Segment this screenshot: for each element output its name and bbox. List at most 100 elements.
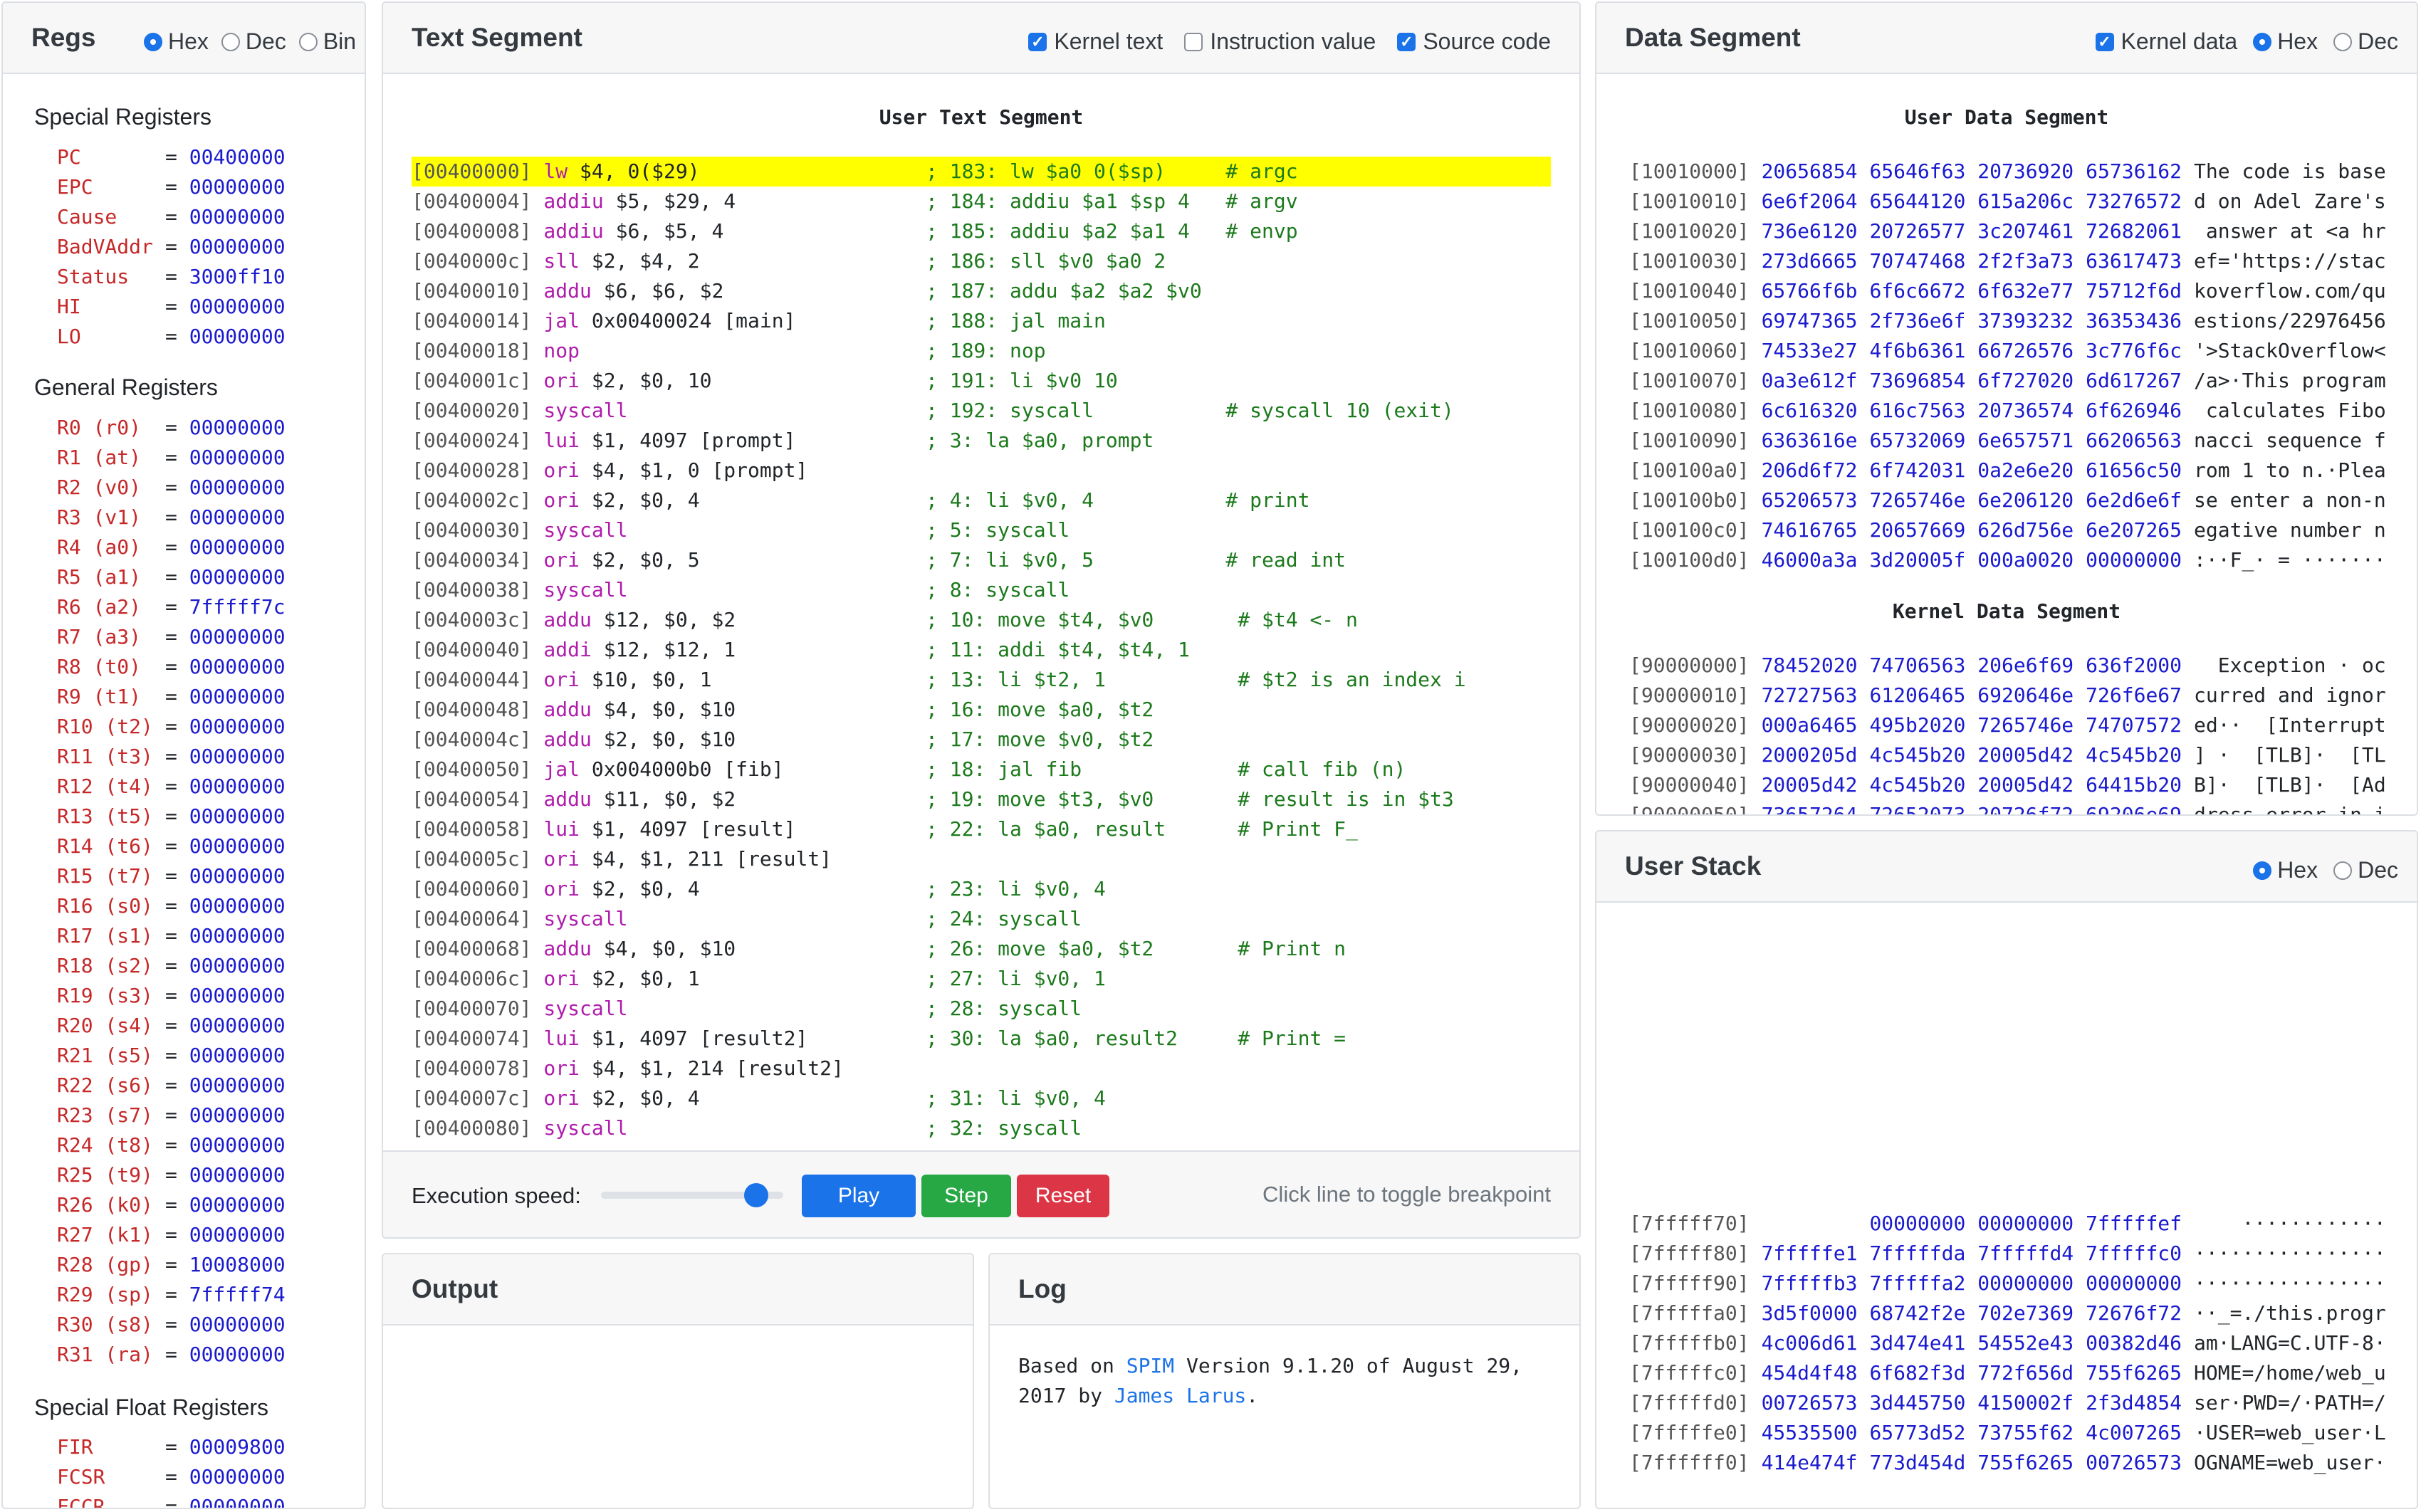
instruction-row[interactable]: [00400060] ori $2, $0, 4 ; 23: li $v0, 4 [412,874,1551,904]
instruction-row[interactable]: [00400044] ori $10, $0, 1 ; 13: li $t2, 1… [412,665,1551,695]
register-value: 00000000 [189,1014,286,1037]
register-name: R13 (t5) [57,804,153,828]
memory-word: 72652073 [1869,803,1966,816]
kernel-text-checkbox[interactable]: ✓ Kernel text [1028,28,1163,55]
instruction-opcode: ori [531,369,580,392]
instruction-row[interactable]: [00400040] addi $12, $12, 1 ; 11: addi $t… [412,635,1551,665]
instruction-row[interactable]: [0040000c] sll $2, $4, 2 ; 186: sll $v0 $… [412,246,1551,276]
play-button[interactable]: Play [802,1175,916,1217]
instruction-row[interactable]: [00400078] ori $4, $1, 214 [result2] [412,1054,1551,1083]
regs-radio-bin[interactable]: Bin [298,28,356,55]
register-name: R27 (k1) [57,1223,153,1246]
instruction-row[interactable]: [00400014] jal 0x00400024 [main] ; 188: j… [412,306,1551,336]
instruction-row[interactable]: [00400038] syscall ; 8: syscall [412,575,1551,605]
register-name: R17 (s1) [57,924,153,947]
register-row: FCCR = 00000000 [57,1492,286,1508]
register-name: R26 (k0) [57,1193,153,1217]
memory-word: 00726573 [1761,1391,1858,1414]
memory-address: [7fffffd0] [1629,1391,1750,1414]
memory-ascii: ·USER=web_user·L [2194,1421,2386,1444]
memory-word: 61206465 [1869,683,1966,707]
register-name: R5 (a1) [57,565,142,589]
register-value: 00000000 [189,295,286,318]
data-radio-hex[interactable]: Hex [2253,28,2318,55]
reset-button[interactable]: Reset [1017,1175,1109,1217]
instruction-row[interactable]: [00400018] nop ; 189: nop [412,336,1551,366]
instruction-args: $5, $29, 4 [603,189,736,213]
instruction-row[interactable]: [00400024] lui $1, 4097 [prompt] ; 3: la … [412,426,1551,456]
instruction-args: $4, $1, 211 [result] [580,847,832,871]
memory-ascii: ef='https://stac [2194,249,2386,273]
checkbox-label: Kernel data [2121,28,2238,54]
instruction-row[interactable]: [00400010] addu $6, $6, $2 ; 187: addu $a… [412,276,1551,306]
memory-word: 6363616e [1761,429,1858,452]
instruction-row[interactable]: [00400000] lw $4, 0($29) ; 183: lw $a0 0(… [412,157,1551,187]
register-equals: = [165,1253,189,1276]
register-equals: = [165,1435,189,1459]
instruction-row[interactable]: [0040006c] ori $2, $0, 1 ; 27: li $v0, 1 [412,964,1551,994]
instruction-source: ; 27: li $v0, 1 [926,967,1106,990]
instruction-row[interactable]: [00400068] addu $4, $0, $10 ; 26: move $a… [412,934,1551,964]
instruction-row[interactable]: [00400048] addu $4, $0, $10 ; 16: move $a… [412,695,1551,725]
register-equals: = [165,1014,189,1037]
instruction-address: [00400048] [412,698,532,721]
text-segment-title: Text Segment [412,23,582,52]
stack-radio-hex[interactable]: Hex [2253,857,2318,883]
instruction-row[interactable]: [00400008] addiu $6, $5, 4 ; 185: addiu $… [412,216,1551,246]
check-icon: ✓ [1028,32,1047,51]
register-equals: = [165,1073,189,1097]
instruction-source: ; 187: addu $a2 $a2 $v0 [926,279,1202,303]
instruction-row[interactable]: [00400028] ori $4, $1, 0 [prompt] [412,456,1551,485]
instruction-row[interactable]: [00400020] syscall ; 192: syscall # sysca… [412,396,1551,426]
regs-radio-dec[interactable]: Dec [221,28,286,55]
radio-icon [298,32,318,51]
breakpoint-hint: Click line to toggle breakpoint [1262,1182,1551,1207]
register-value: 00000000 [189,1073,286,1097]
radio-label: Dec [245,28,286,54]
memory-address: [10010070] [1629,369,1750,392]
register-row: R4 (a0) = 00000000 [57,532,286,562]
stack-radio-dec[interactable]: Dec [2333,857,2398,883]
text-segment-panel: Text Segment ✓ Kernel text Instruction va… [382,1,1581,1239]
instruction-row[interactable]: [00400050] jal 0x004000b0 [fib] ; 18: jal… [412,755,1551,784]
instruction-row[interactable]: [00400080] syscall ; 32: syscall [412,1113,1551,1143]
register-name: HI [57,295,81,318]
memory-word: 68742f2e [1869,1301,1966,1325]
instruction-row[interactable]: [00400004] addiu $5, $29, 4 ; 184: addiu … [412,187,1551,216]
regs-radio-hex[interactable]: Hex [144,28,209,55]
instruction-args: $6, $5, 4 [603,219,724,243]
instruction-row[interactable]: [00400054] addu $11, $0, $2 ; 19: move $t… [412,784,1551,814]
instruction-row[interactable]: [00400034] ori $2, $0, 5 ; 7: li $v0, 5 #… [412,545,1551,575]
instruction-row[interactable]: [00400030] syscall ; 5: syscall [412,515,1551,545]
memory-ascii: curred and ignor [2194,683,2386,707]
instruction-row[interactable]: [00400074] lui $1, 4097 [result2] ; 30: l… [412,1024,1551,1054]
spim-link[interactable]: SPIM [1126,1354,1174,1377]
memory-word: 20005d42 [1977,743,2074,767]
instruction-row[interactable]: [0040007c] ori $2, $0, 4 ; 31: li $v0, 4 [412,1083,1551,1113]
instruction-value-checkbox[interactable]: Instruction value [1184,28,1376,55]
register-equals: = [165,325,189,348]
kernel-data-checkbox[interactable]: ✓ Kernel data [2095,28,2238,55]
source-code-checkbox[interactable]: ✓ Source code [1397,28,1551,55]
data-radio-dec[interactable]: Dec [2333,28,2398,55]
instruction-row[interactable]: [00400064] syscall ; 24: syscall [412,904,1551,934]
instruction-row[interactable]: [0040001c] ori $2, $0, 10 ; 191: li $v0 1… [412,366,1551,396]
memory-word: 00000000 [1977,1271,2074,1295]
instruction-row[interactable]: [0040005c] ori $4, $1, 211 [result] [412,844,1551,874]
register-name: BadVAddr [57,235,153,258]
execution-speed-slider[interactable] [601,1183,783,1207]
output-area[interactable] [383,1325,973,1508]
memory-address: [7fffffa0] [1629,1301,1750,1325]
step-button[interactable]: Step [921,1175,1011,1217]
instruction-source: ; 32: syscall [926,1116,1082,1140]
instruction-row[interactable]: [0040002c] ori $2, $0, 4 ; 4: li $v0, 4 #… [412,485,1551,515]
instruction-row[interactable]: [0040004c] addu $2, $0, $10 ; 17: move $v… [412,725,1551,755]
slider-thumb[interactable] [743,1183,768,1207]
james-larus-link[interactable]: James Larus [1114,1384,1246,1407]
instruction-row[interactable]: [0040003c] addu $12, $0, $2 ; 10: move $t… [412,605,1551,635]
instruction-row[interactable]: [00400058] lui $1, 4097 [result] ; 22: la… [412,814,1551,844]
instruction-row[interactable]: [00400070] syscall ; 28: syscall [412,994,1551,1024]
instruction-address: [00400028] [412,458,532,482]
memory-word: 65773d52 [1869,1421,1966,1444]
instruction-list: [00400000] lw $4, 0($29) ; 183: lw $a0 0(… [412,157,1551,1149]
